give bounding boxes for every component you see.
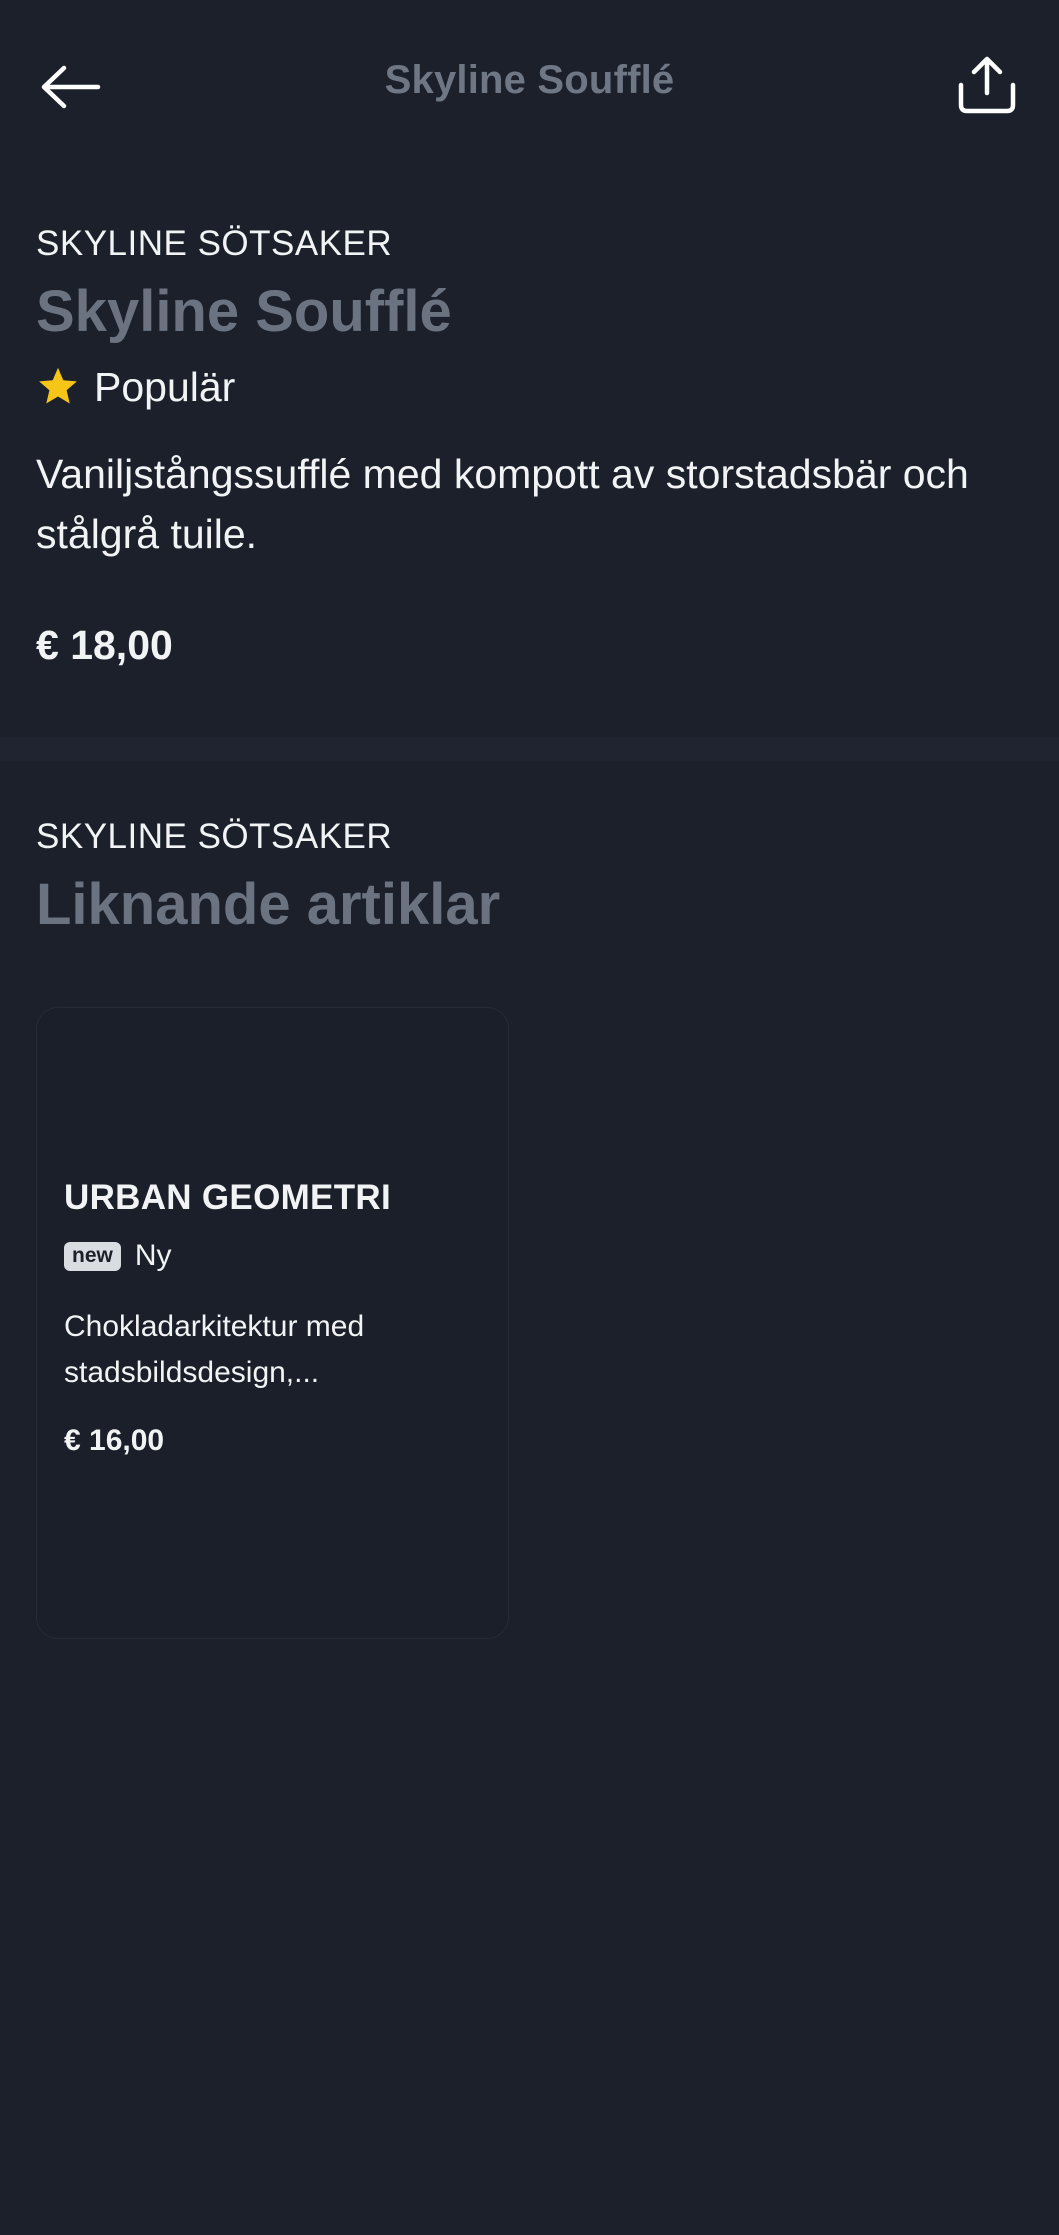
related-heading: Liknande artiklar (36, 872, 501, 937)
product-description: Vaniljstångssufflé med kompott av storst… (36, 451, 969, 557)
related-item-price: € 16,00 (64, 1424, 165, 1457)
related-item-description: Chokladarkitektur med stadsbildsdesign,.… (64, 1310, 365, 1389)
share-button[interactable] (950, 48, 1024, 122)
popular-label: Populär (94, 363, 236, 410)
related-section: SKYLINE SÖTSAKER Liknande artiklar (36, 815, 1026, 941)
top-bar: Skyline Soufflé (0, 0, 1059, 170)
related-brand: SKYLINE SÖTSAKER (36, 817, 393, 856)
star-icon (39, 367, 77, 404)
share-icon (958, 56, 1016, 114)
related-item-card[interactable]: URBAN GEOMETRI new Ny Chokladarkitektur … (36, 1007, 509, 1639)
new-badge: new (64, 1241, 121, 1271)
related-item-title: URBAN GEOMETRI (64, 1178, 391, 1217)
popular-badge: Populär (36, 362, 1026, 412)
related-item-badge-row: new Ny (64, 1238, 484, 1274)
product-name: Skyline Soufflé (36, 279, 452, 344)
new-badge-label: Ny (134, 1239, 172, 1272)
product-brand: SKYLINE SÖTSAKER (36, 224, 393, 263)
header-title: Skyline Soufflé (384, 58, 675, 102)
product-price: € 18,00 (36, 622, 173, 668)
product-section: SKYLINE SÖTSAKER Skyline Soufflé Populär… (36, 222, 1026, 669)
section-divider (0, 737, 1059, 761)
